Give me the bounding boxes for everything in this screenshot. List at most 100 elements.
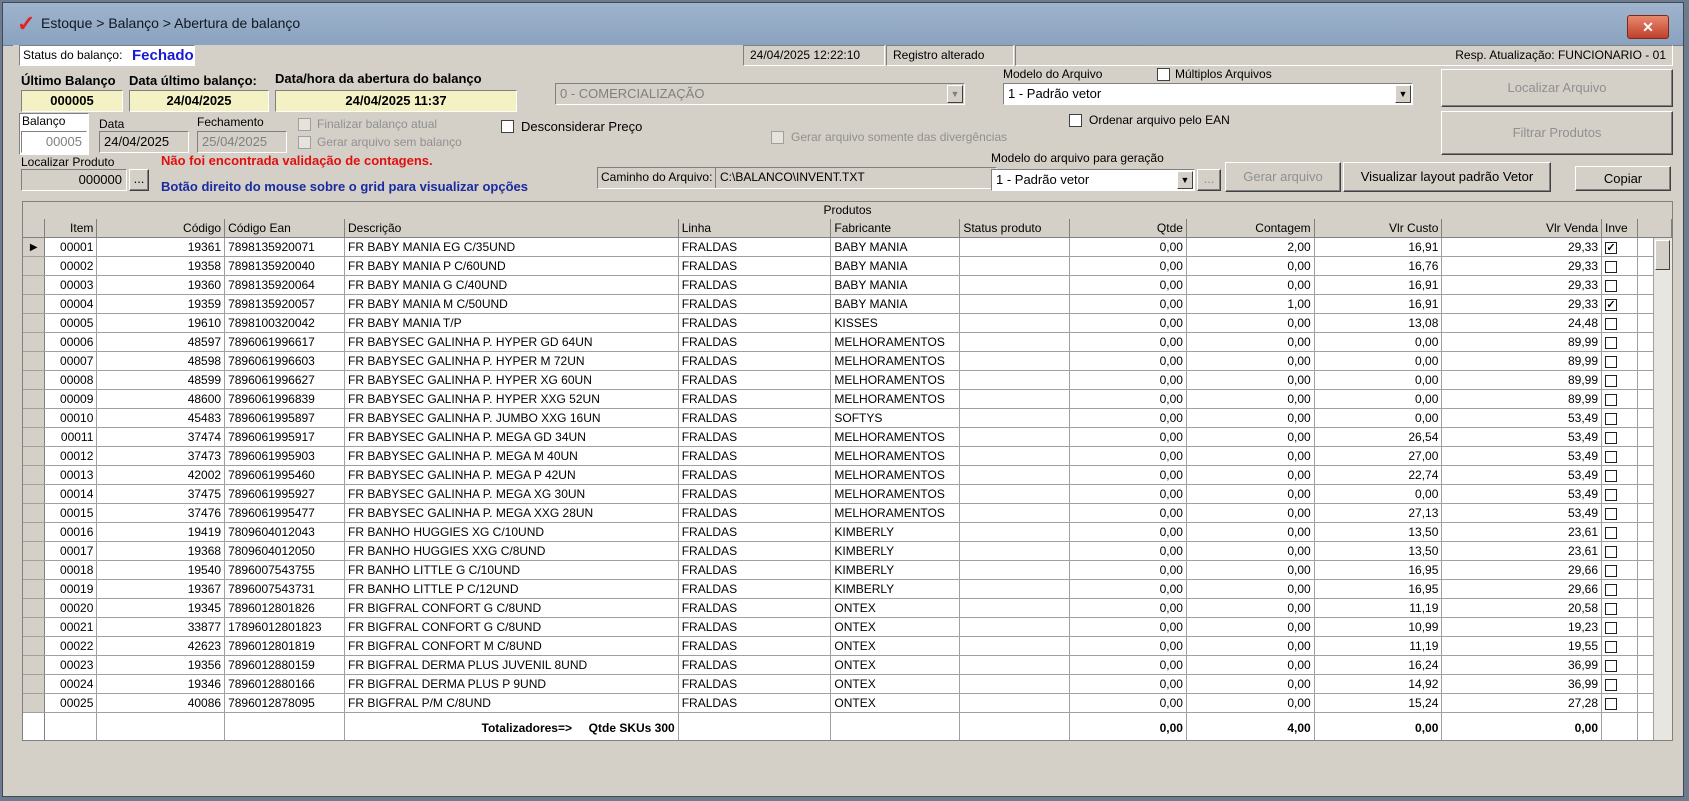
cell-codigo[interactable]: 19361 xyxy=(96,237,226,257)
cell-descricao[interactable]: FR BIGFRAL DERMA PLUS JUVENIL 8UND xyxy=(344,655,679,675)
cell-contagem[interactable]: 0,00 xyxy=(1186,484,1315,504)
cell-status-produto[interactable] xyxy=(959,579,1071,599)
cell-fabricante[interactable]: ONTEX xyxy=(830,617,961,637)
table-row[interactable]: 00019 19367 7896007543731 FR BANHO LITTLE P… xyxy=(23,579,1672,599)
cell-contagem[interactable]: 0,00 xyxy=(1186,389,1315,409)
inventariado-checkbox[interactable] xyxy=(1605,374,1618,387)
produtos-grid[interactable]: Produtos Item Código Código Ean Descriçã… xyxy=(22,201,1673,741)
cell-qtde[interactable]: 0,00 xyxy=(1069,465,1187,485)
cell-status-produto[interactable] xyxy=(959,541,1071,561)
cell-codigo-ean[interactable]: 7898135920040 xyxy=(224,256,345,276)
cell-codigo-ean[interactable]: 7898100320042 xyxy=(224,313,345,333)
cell-codigo-ean[interactable]: 7898135920064 xyxy=(224,275,345,295)
cell-vlr-venda[interactable]: 23,61 xyxy=(1441,541,1603,561)
col-inve[interactable]: Inve xyxy=(1601,219,1638,238)
cell-status-produto[interactable] xyxy=(959,446,1071,466)
cell-codigo[interactable]: 19345 xyxy=(96,598,226,618)
cell-codigo[interactable]: 37474 xyxy=(96,427,226,447)
inventariado-checkbox[interactable] xyxy=(1605,640,1618,653)
inventariado-checkbox[interactable] xyxy=(1605,564,1618,577)
inventariado-checkbox[interactable] xyxy=(1605,488,1618,501)
cell-item[interactable]: 00004 xyxy=(44,294,98,314)
cell-codigo[interactable]: 48598 xyxy=(96,351,226,371)
table-row[interactable]: 00003 19360 7898135920064 FR BABY MANIA G C… xyxy=(23,275,1672,295)
cell-linha[interactable]: FRALDAS xyxy=(678,370,832,390)
cell-qtde[interactable]: 0,00 xyxy=(1069,370,1187,390)
inventariado-checkbox[interactable] xyxy=(1605,336,1618,349)
cell-vlr-custo[interactable]: 0,00 xyxy=(1314,370,1443,390)
cell-status-produto[interactable] xyxy=(959,503,1071,523)
cell-vlr-venda[interactable]: 36,99 xyxy=(1441,655,1603,675)
cell-descricao[interactable]: FR BIGFRAL CONFORT G C/8UND xyxy=(344,598,679,618)
cell-qtde[interactable]: 0,00 xyxy=(1069,579,1187,599)
cell-qtde[interactable]: 0,00 xyxy=(1069,617,1187,637)
cell-fabricante[interactable]: ONTEX xyxy=(830,636,961,656)
cell-codigo-ean[interactable]: 7896007543755 xyxy=(224,560,345,580)
table-row[interactable]: 00017 19368 7809604012050 FR BANHO HUGGIES … xyxy=(23,541,1672,561)
cell-vlr-venda[interactable]: 53,49 xyxy=(1441,408,1603,428)
inventariado-checkbox[interactable] xyxy=(1605,469,1618,482)
cell-status-produto[interactable] xyxy=(959,655,1071,675)
cell-qtde[interactable]: 0,00 xyxy=(1069,256,1187,276)
cell-contagem[interactable]: 0,00 xyxy=(1186,332,1315,352)
cell-descricao[interactable]: FR BABYSEC GALINHA P. HYPER XXG 52UN xyxy=(344,389,679,409)
table-row[interactable]: 00016 19419 7809604012043 FR BANHO HUGGIES … xyxy=(23,522,1672,542)
cell-fabricante[interactable]: ONTEX xyxy=(830,674,961,694)
cell-descricao[interactable]: FR BABY MANIA EG C/35UND xyxy=(344,237,679,257)
cell-vlr-custo[interactable]: 16,91 xyxy=(1314,294,1443,314)
cell-contagem[interactable]: 0,00 xyxy=(1186,655,1315,675)
cell-codigo-ean[interactable]: 7896012801819 xyxy=(224,636,345,656)
cell-vlr-venda[interactable]: 89,99 xyxy=(1441,389,1603,409)
cell-fabricante[interactable]: MELHORAMENTOS xyxy=(830,465,961,485)
cell-vlr-venda[interactable]: 29,33 xyxy=(1441,275,1603,295)
cell-qtde[interactable]: 0,00 xyxy=(1069,237,1187,257)
cell-item[interactable]: 00009 xyxy=(44,389,98,409)
cell-status-produto[interactable] xyxy=(959,313,1071,333)
table-row[interactable]: 00021 33877 17896012801823 FR BIGFRAL CONFO… xyxy=(23,617,1672,637)
inventariado-checkbox[interactable] xyxy=(1605,355,1618,368)
table-row[interactable]: 00024 19346 7896012880166 FR BIGFRAL DERMA … xyxy=(23,674,1672,694)
cell-contagem[interactable]: 0,00 xyxy=(1186,693,1315,713)
cell-item[interactable]: 00025 xyxy=(44,693,98,713)
cell-fabricante[interactable]: KIMBERLY xyxy=(830,579,961,599)
cell-item[interactable]: 00016 xyxy=(44,522,98,542)
cell-vlr-custo[interactable]: 13,50 xyxy=(1314,522,1443,542)
cell-fabricante[interactable]: MELHORAMENTOS xyxy=(830,351,961,371)
cell-linha[interactable]: FRALDAS xyxy=(678,636,832,656)
cell-qtde[interactable]: 0,00 xyxy=(1069,541,1187,561)
cell-linha[interactable]: FRALDAS xyxy=(678,408,832,428)
scrollbar-thumb[interactable] xyxy=(1655,240,1670,270)
visualizar-layout-button[interactable]: Visualizar layout padrão Vetor xyxy=(1343,162,1551,192)
cell-qtde[interactable]: 0,00 xyxy=(1069,503,1187,523)
ordenar-ean-checkbox[interactable] xyxy=(1069,114,1082,127)
col-vlr-venda[interactable]: Vlr Venda xyxy=(1441,219,1603,238)
cell-descricao[interactable]: FR BABYSEC GALINHA P. MEGA M 40UN xyxy=(344,446,679,466)
cell-descricao[interactable]: FR BABYSEC GALINHA P. HYPER GD 64UN xyxy=(344,332,679,352)
cell-item[interactable]: 00023 xyxy=(44,655,98,675)
table-row[interactable]: 00005 19610 7898100320042 FR BABY MANIA T/P… xyxy=(23,313,1672,333)
cell-contagem[interactable]: 0,00 xyxy=(1186,560,1315,580)
cell-item[interactable]: 00002 xyxy=(44,256,98,276)
cell-fabricante[interactable]: MELHORAMENTOS xyxy=(830,484,961,504)
cell-fabricante[interactable]: MELHORAMENTOS xyxy=(830,370,961,390)
cell-item[interactable]: 00019 xyxy=(44,579,98,599)
cell-codigo-ean[interactable]: 7896061995460 xyxy=(224,465,345,485)
cell-codigo[interactable]: 19367 xyxy=(96,579,226,599)
cell-codigo[interactable]: 19368 xyxy=(96,541,226,561)
cell-fabricante[interactable]: BABY MANIA xyxy=(830,294,961,314)
cell-item[interactable]: 00012 xyxy=(44,446,98,466)
finalizar-balanco-checkbox[interactable] xyxy=(298,118,311,131)
cell-vlr-custo[interactable]: 11,19 xyxy=(1314,636,1443,656)
cell-descricao[interactable]: FR BABY MANIA M C/50UND xyxy=(344,294,679,314)
col-descricao[interactable]: Descrição xyxy=(344,219,679,238)
cell-contagem[interactable]: 0,00 xyxy=(1186,503,1315,523)
cell-codigo-ean[interactable]: 7896012878095 xyxy=(224,693,345,713)
cell-item[interactable]: 00020 xyxy=(44,598,98,618)
cell-codigo-ean[interactable]: 7896012801826 xyxy=(224,598,345,618)
cell-item[interactable]: 00014 xyxy=(44,484,98,504)
inventariado-checkbox[interactable] xyxy=(1605,260,1618,273)
cell-linha[interactable]: FRALDAS xyxy=(678,427,832,447)
cell-vlr-venda[interactable]: 29,66 xyxy=(1441,579,1603,599)
table-row[interactable]: 00006 48597 7896061996617 FR BABYSEC GALINH… xyxy=(23,332,1672,352)
cell-vlr-venda[interactable]: 53,49 xyxy=(1441,484,1603,504)
